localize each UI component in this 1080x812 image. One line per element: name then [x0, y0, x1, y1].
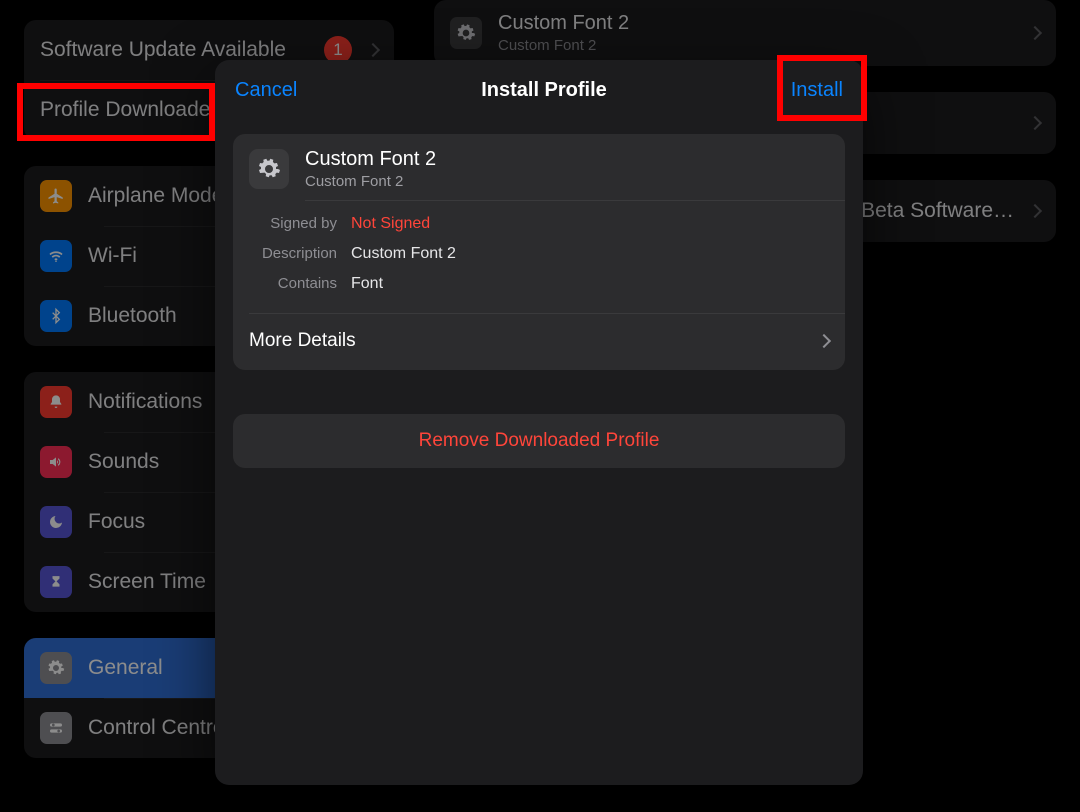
hourglass-icon [40, 566, 72, 598]
gear-icon [249, 149, 289, 189]
profile-card: Custom Font 2 Custom Font 2 Signed by No… [233, 134, 845, 370]
meta-key: Signed by [249, 215, 337, 232]
sidebar-item-label: Software Update Available [40, 38, 308, 62]
meta-contains: Contains Font [249, 269, 829, 299]
chevron-right-icon [817, 334, 831, 348]
sheet-body: Custom Font 2 Custom Font 2 Signed by No… [215, 120, 863, 482]
chevron-right-icon [1028, 26, 1042, 40]
speaker-icon [40, 446, 72, 478]
meta-key: Contains [249, 275, 337, 292]
profile-title: Custom Font 2 [498, 12, 1014, 35]
profile-subtitle: Custom Font 2 [498, 37, 1014, 54]
more-details-row[interactable]: More Details [233, 314, 845, 370]
sheet-header: Cancel Install Profile Install [215, 60, 863, 120]
gear-icon [450, 17, 482, 49]
remove-profile-label: Remove Downloaded Profile [419, 430, 660, 451]
profile-row-custom-font[interactable]: Custom Font 2 Custom Font 2 [434, 0, 1056, 66]
airplane-icon [40, 180, 72, 212]
remove-profile-button[interactable]: Remove Downloaded Profile [233, 414, 845, 468]
profile-subtitle: Custom Font 2 [305, 173, 436, 190]
moon-icon [40, 506, 72, 538]
sheet-title: Install Profile [481, 79, 607, 102]
meta-value-signed: Not Signed [351, 215, 430, 233]
install-profile-sheet: Cancel Install Profile Install Custom Fo… [215, 60, 863, 785]
profile-list-group: Custom Font 2 Custom Font 2 [434, 0, 1056, 66]
meta-value-description: Custom Font 2 [351, 245, 456, 263]
meta-key: Description [249, 245, 337, 262]
toggles-icon [40, 712, 72, 744]
meta-signed-by: Signed by Not Signed [249, 209, 829, 239]
more-details-label: More Details [249, 330, 356, 352]
profile-card-header: Custom Font 2 Custom Font 2 [233, 134, 845, 200]
meta-value-contains: Font [351, 275, 383, 293]
install-button[interactable]: Install [791, 79, 843, 102]
gear-icon [40, 652, 72, 684]
chevron-right-icon [366, 43, 380, 57]
chevron-right-icon [1028, 116, 1042, 130]
chevron-right-icon [1028, 204, 1042, 218]
meta-description: Description Custom Font 2 [249, 239, 829, 269]
bluetooth-icon [40, 300, 72, 332]
profile-title: Custom Font 2 [305, 148, 436, 171]
profile-meta: Signed by Not Signed Description Custom … [233, 201, 845, 305]
cancel-button[interactable]: Cancel [235, 79, 297, 102]
wifi-icon [40, 240, 72, 272]
bell-icon [40, 386, 72, 418]
